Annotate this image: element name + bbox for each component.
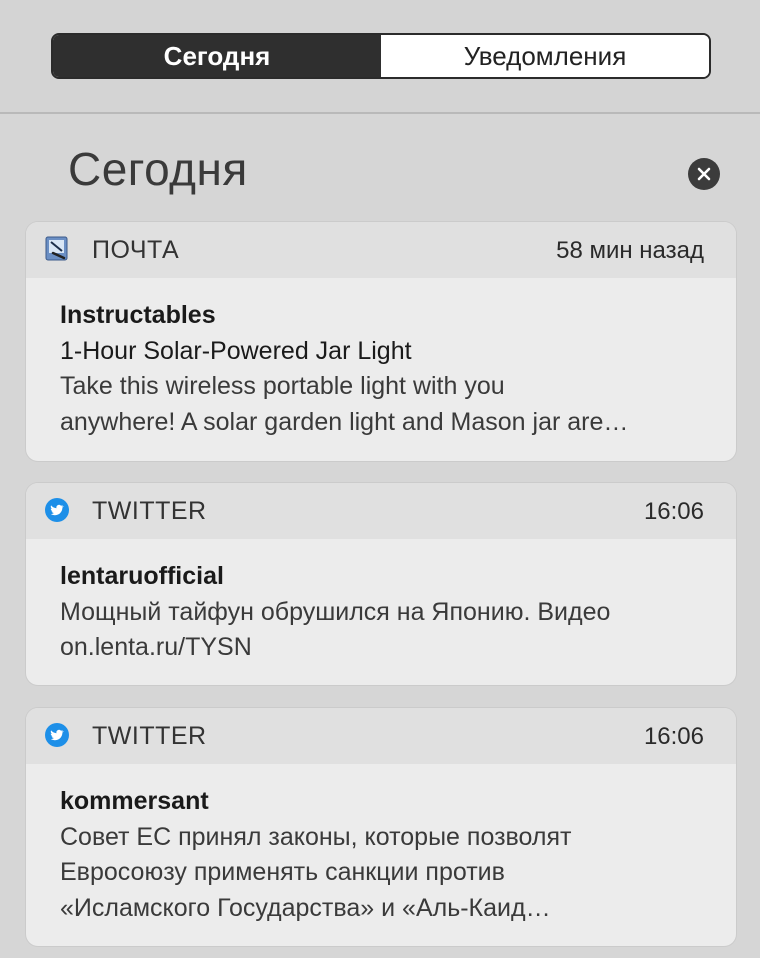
tab-today[interactable]: Сегодня xyxy=(53,35,381,77)
twitter-bird-icon xyxy=(45,498,69,522)
notification-text-line: on.lenta.ru/TYSN xyxy=(60,633,252,661)
notification-time: 58 мин назад xyxy=(556,237,704,264)
notification-body: Instructables 1-Hour Solar-Powered Jar L… xyxy=(26,278,736,440)
notification-card[interactable]: TWITTER 16:06 lentaruofficial Мощный тай… xyxy=(26,483,736,685)
notification-sender: kommersant xyxy=(60,787,209,815)
page-title: Сегодня xyxy=(68,143,248,195)
app-name: ПОЧТА xyxy=(92,236,180,264)
close-icon xyxy=(697,167,711,181)
notification-body: lentaruofficial Мощный тайфун обрушился … xyxy=(26,539,736,666)
app-name: TWITTER xyxy=(92,722,207,750)
notification-header: TWITTER 16:06 xyxy=(26,708,736,764)
clear-all-button[interactable] xyxy=(688,158,720,190)
notification-text-line: «Исламского Государства» и «Аль-Каид… xyxy=(60,893,551,922)
mail-icon xyxy=(45,236,68,261)
app-name: TWITTER xyxy=(92,497,207,525)
view-switcher: Сегодня Уведомления xyxy=(51,33,711,79)
notification-subject: 1-Hour Solar-Powered Jar Light xyxy=(60,336,412,365)
notification-sender: Instructables xyxy=(60,301,216,329)
notification-sender: lentaruofficial xyxy=(60,562,224,590)
notification-text-line: anywhere! A solar garden light and Mason… xyxy=(60,407,629,436)
twitter-bird-icon xyxy=(45,723,69,747)
notification-time: 16:06 xyxy=(643,723,704,750)
notification-text-line: Take this wireless portable light with y… xyxy=(60,372,505,400)
notification-body: kommersant Совет ЕС принял законы, котор… xyxy=(26,764,736,926)
notification-card[interactable]: TWITTER 16:06 kommersant Совет ЕС принял… xyxy=(26,708,736,946)
notification-text-line: Совет ЕС принял законы, которые позволят xyxy=(60,822,572,851)
notification-header: TWITTER 16:06 xyxy=(26,483,736,539)
top-bar: Сегодня Уведомления xyxy=(0,0,760,114)
notification-time: 16:06 xyxy=(643,498,704,525)
notification-card[interactable]: ПОЧТА 58 мин назад Instructables 1-Hour … xyxy=(26,222,736,461)
notification-text-line: Евросоюзу применять санкции против xyxy=(60,858,505,886)
notification-header: ПОЧТА 58 мин назад xyxy=(26,222,736,278)
notification-text-line: Мощный тайфун обрушился на Японию. Видео xyxy=(60,597,611,626)
tab-notifications[interactable]: Уведомления xyxy=(381,35,709,77)
